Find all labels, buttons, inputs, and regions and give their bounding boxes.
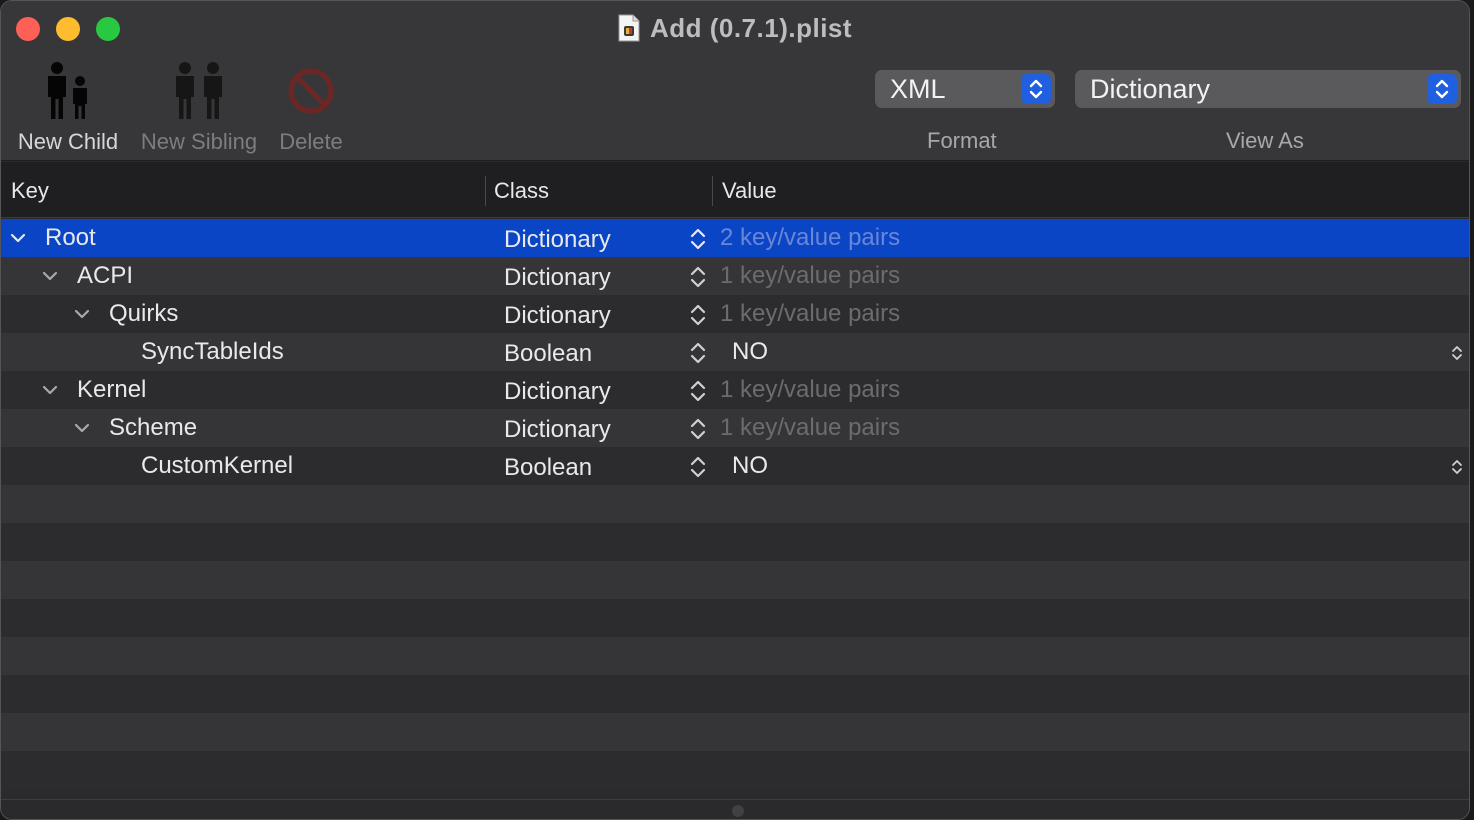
table-row[interactable]: ACPI Dictionary 1 key/value pairs <box>1 257 1469 295</box>
table-row[interactable]: Quirks Dictionary 1 key/value pairs <box>1 295 1469 333</box>
row-key[interactable]: ACPI <box>77 262 133 290</box>
delete-label: Delete <box>279 129 343 154</box>
table-row[interactable]: Kernel Dictionary 1 key/value pairs <box>1 371 1469 409</box>
value-stepper-icon[interactable] <box>1451 458 1463 476</box>
format-caption: Format <box>927 128 997 153</box>
row-class[interactable]: Boolean <box>504 454 592 482</box>
row-value: 2 key/value pairs <box>720 224 901 251</box>
empty-row <box>1 599 1469 637</box>
value-stepper-icon[interactable] <box>1451 344 1463 362</box>
row-class[interactable]: Dictionary <box>504 264 611 292</box>
row-key[interactable]: Kernel <box>77 376 146 404</box>
chevron-down-icon[interactable] <box>73 419 91 437</box>
format-popup-value: XML <box>890 73 946 104</box>
new-sibling-label: New Sibling <box>140 129 258 154</box>
row-class[interactable]: Dictionary <box>504 416 611 444</box>
row-key[interactable]: Root <box>45 224 96 252</box>
new-sibling-icon <box>169 59 229 123</box>
delete-icon <box>287 59 335 123</box>
column-divider[interactable] <box>485 176 486 206</box>
class-stepper-icon[interactable] <box>689 265 707 289</box>
chevron-down-icon[interactable] <box>9 229 27 247</box>
row-key[interactable]: Scheme <box>109 414 197 442</box>
row-value[interactable]: NO <box>732 338 768 366</box>
empty-row <box>1 751 1469 789</box>
table-row[interactable]: CustomKernel Boolean NO <box>1 447 1469 485</box>
new-sibling-button[interactable]: New Sibling <box>135 59 263 155</box>
plist-editor-window: Add (0.7.1).plist New Child New Sibling … <box>0 0 1470 820</box>
row-value: 1 key/value pairs <box>720 262 901 289</box>
row-value: 1 key/value pairs <box>720 300 901 327</box>
key-column-header[interactable]: Key <box>11 178 49 204</box>
delete-button[interactable]: Delete <box>273 59 349 155</box>
new-child-icon <box>40 59 96 123</box>
empty-row <box>1 485 1469 523</box>
table-row[interactable]: Root Dictionary 2 key/value pairs <box>1 219 1469 257</box>
row-value[interactable]: NO <box>732 452 768 480</box>
row-key[interactable]: Quirks <box>109 300 178 328</box>
column-header: Key Class Value <box>1 162 1469 218</box>
empty-row <box>1 637 1469 675</box>
view-as-popup[interactable]: Dictionary <box>1075 70 1461 108</box>
class-column-header[interactable]: Class <box>494 178 549 204</box>
class-stepper-icon[interactable] <box>689 227 707 251</box>
class-stepper-icon[interactable] <box>689 379 707 403</box>
row-class[interactable]: Dictionary <box>504 226 611 254</box>
format-popup[interactable]: XML <box>875 70 1055 108</box>
chevron-down-icon[interactable] <box>41 381 59 399</box>
row-class[interactable]: Dictionary <box>504 378 611 406</box>
plist-outline-view: Root Dictionary 2 key/value pairs ACPI D… <box>1 219 1469 789</box>
row-class[interactable]: Boolean <box>504 340 592 368</box>
chevron-down-icon[interactable] <box>73 305 91 323</box>
view-as-caption: View As <box>1226 128 1304 153</box>
row-value: 1 key/value pairs <box>720 376 901 403</box>
table-row[interactable]: SyncTableIds Boolean NO <box>1 333 1469 371</box>
row-key[interactable]: CustomKernel <box>141 452 293 480</box>
empty-row <box>1 675 1469 713</box>
row-key[interactable]: SyncTableIds <box>141 338 284 366</box>
empty-row <box>1 561 1469 599</box>
class-stepper-icon[interactable] <box>689 417 707 441</box>
class-stepper-icon[interactable] <box>689 455 707 479</box>
resize-grip[interactable] <box>732 805 744 817</box>
value-column-header[interactable]: Value <box>722 178 777 204</box>
view-as-popup-value: Dictionary <box>1090 73 1211 104</box>
class-stepper-icon[interactable] <box>689 303 707 327</box>
format-stepper-icon <box>1021 74 1051 104</box>
new-child-button[interactable]: New Child <box>13 59 123 155</box>
window-title: Add (0.7.1).plist <box>649 12 853 43</box>
column-divider[interactable] <box>712 176 713 206</box>
row-value: 1 key/value pairs <box>720 414 901 441</box>
row-class[interactable]: Dictionary <box>504 302 611 330</box>
table-row[interactable]: Scheme Dictionary 1 key/value pairs <box>1 409 1469 447</box>
title-bar: Add (0.7.1).plist <box>1 11 1469 45</box>
chevron-down-icon[interactable] <box>41 267 59 285</box>
plist-document-icon <box>618 14 640 42</box>
window-bottom-bar <box>1 799 1469 819</box>
empty-row <box>1 713 1469 751</box>
empty-row <box>1 523 1469 561</box>
new-child-label: New Child <box>17 129 119 154</box>
title-toolbar-area: Add (0.7.1).plist New Child New Sibling … <box>1 1 1469 161</box>
view-as-stepper-icon <box>1427 74 1457 104</box>
class-stepper-icon[interactable] <box>689 341 707 365</box>
